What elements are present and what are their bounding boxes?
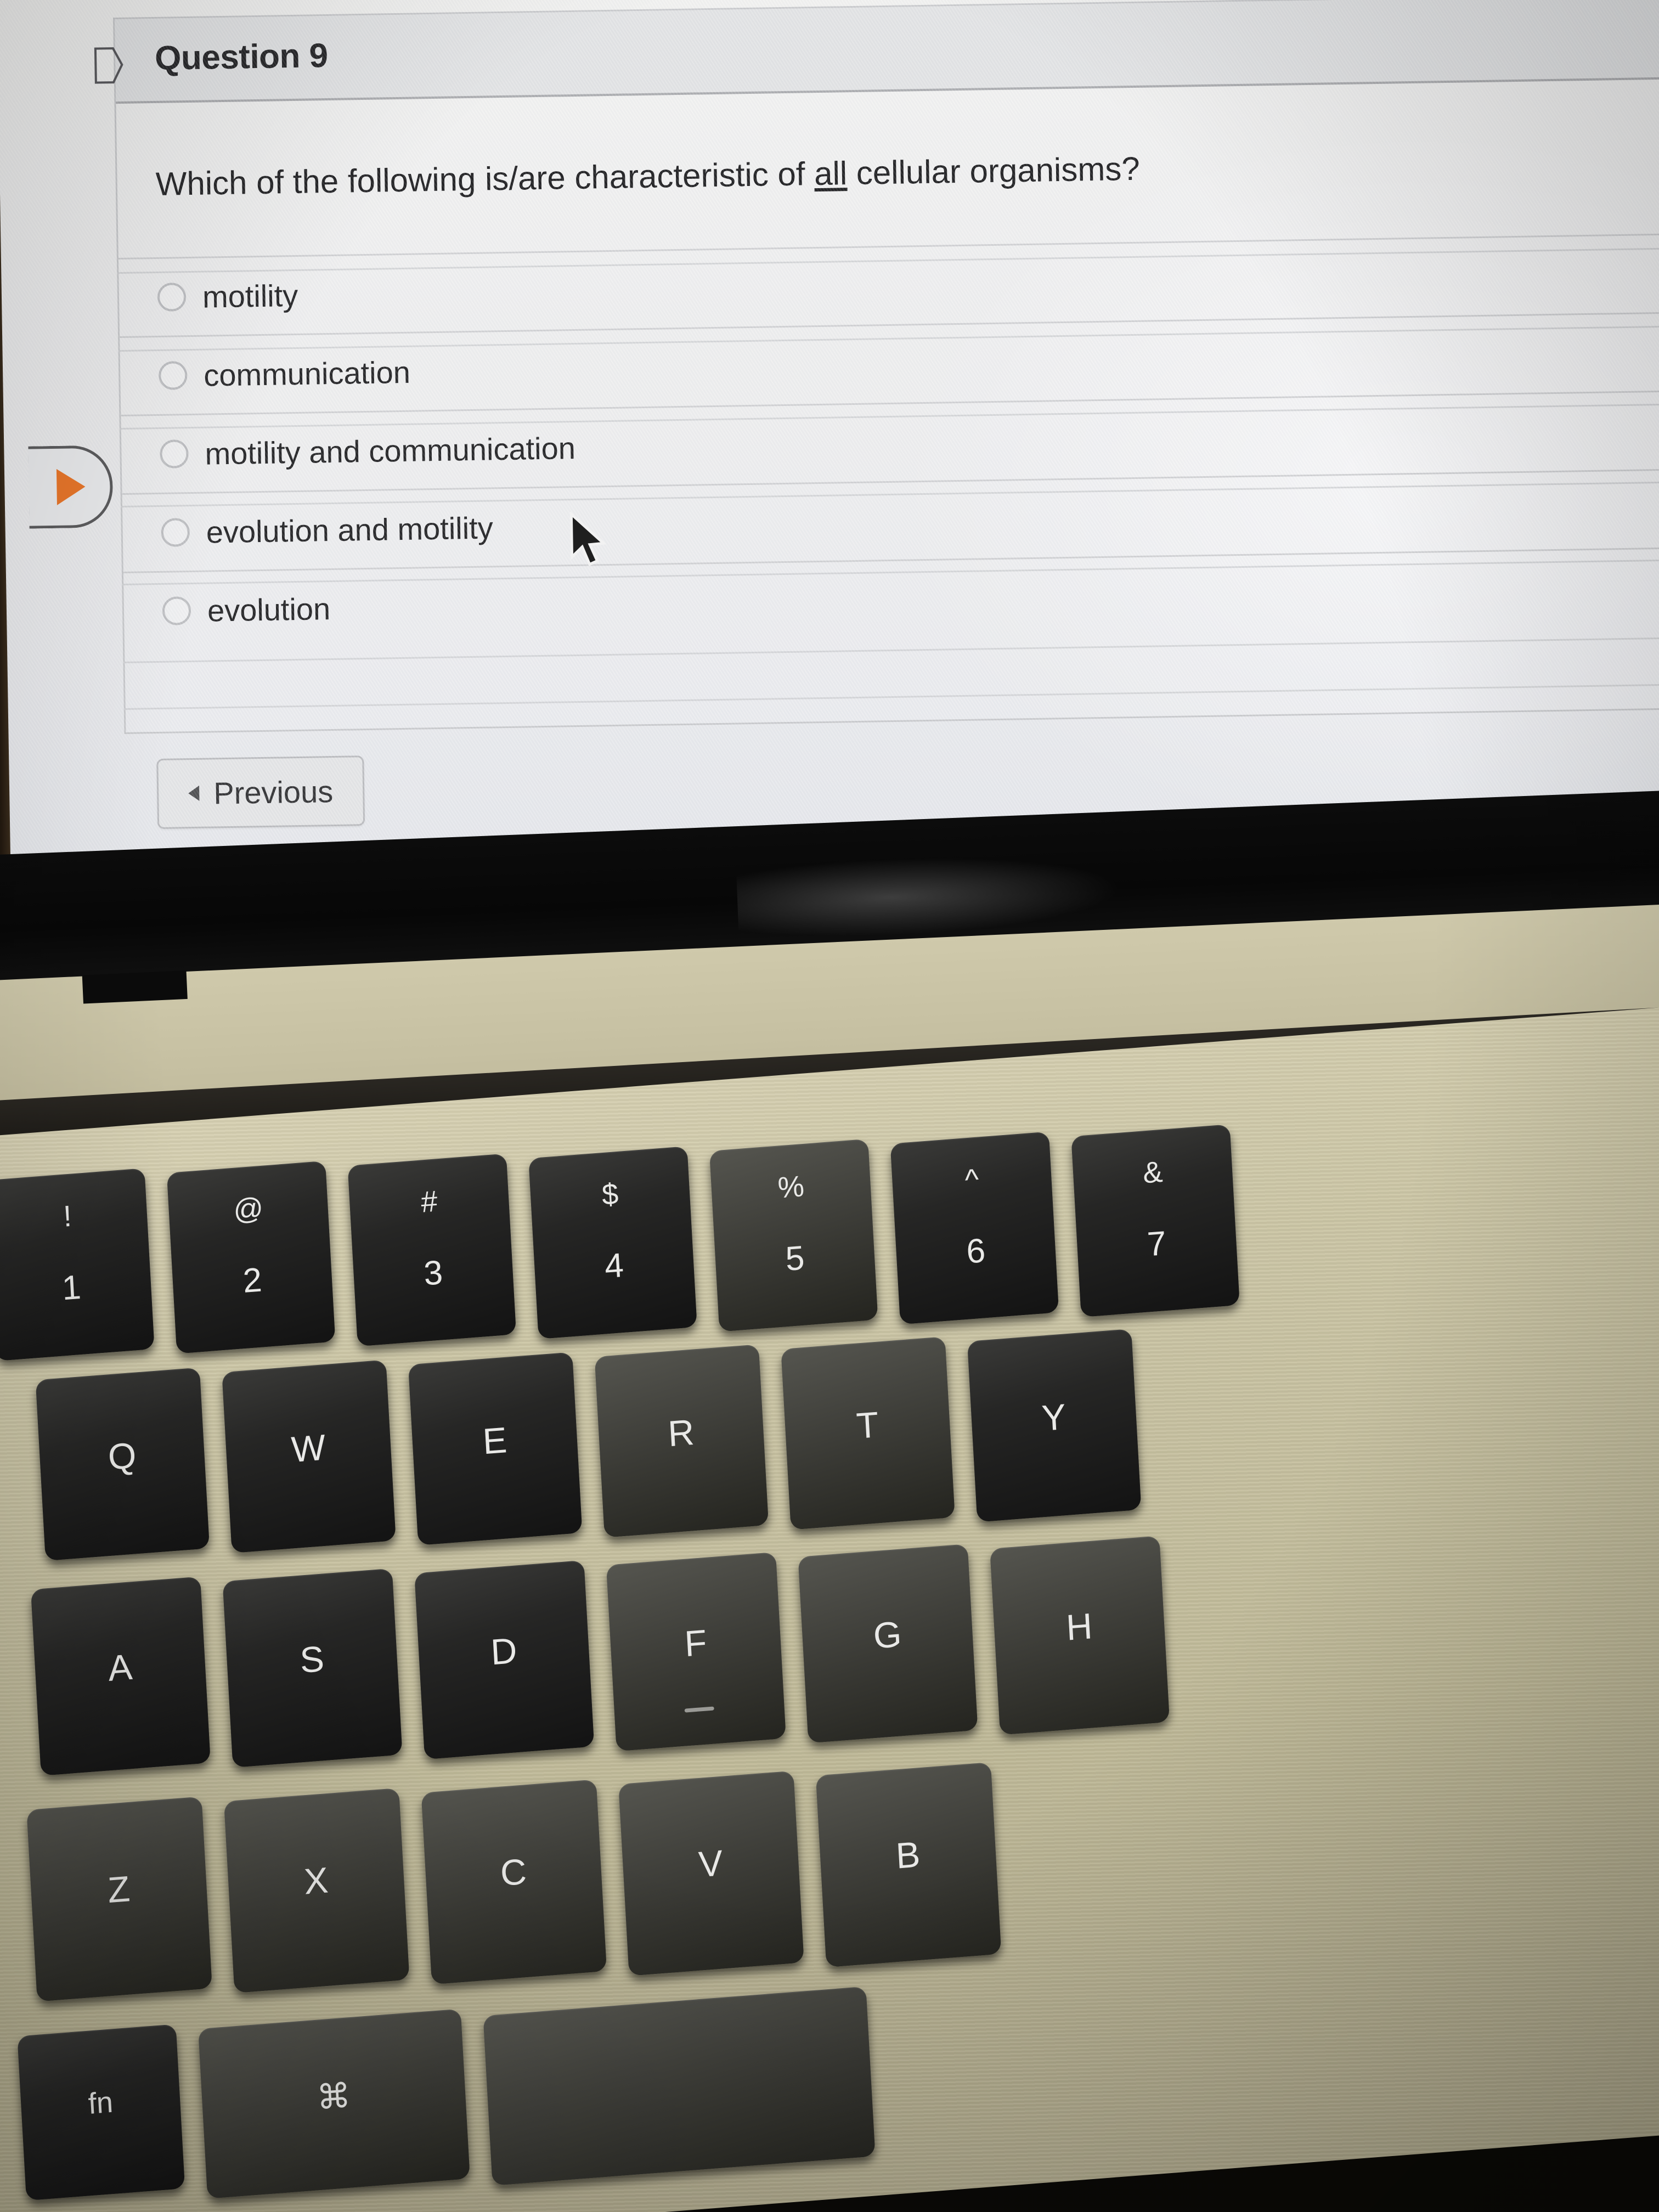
key-h[interactable]: H (990, 1536, 1170, 1735)
key-x-legend: X (303, 1859, 330, 1902)
key-c-legend: C (499, 1850, 528, 1894)
key-v-legend: V (697, 1842, 724, 1885)
triangle-left-icon (188, 785, 200, 802)
key-3-legend: 3 (422, 1253, 444, 1293)
key-d[interactable]: D (414, 1560, 595, 1760)
key-fn-legend: fn (87, 2085, 114, 2121)
key-t[interactable]: T (781, 1336, 955, 1530)
key-g[interactable]: G (798, 1544, 978, 1743)
key-g-legend: G (872, 1613, 903, 1656)
bezel-reflection (736, 850, 1123, 942)
play-triangle-icon (56, 469, 86, 505)
key-q-legend: Q (106, 1435, 138, 1477)
key-w[interactable]: W (222, 1359, 396, 1554)
key-a-legend: A (107, 1646, 134, 1689)
question-prompt: Which of the following is/are characteri… (116, 79, 1659, 258)
key-4[interactable]: $ 4 (528, 1146, 697, 1340)
question-prompt-part1: Which of the following is/are characteri… (155, 155, 815, 202)
browser-content: Question 9 Which of the following is/are… (11, 0, 1659, 872)
key-5-legend: 5 (784, 1239, 806, 1278)
question-card: Question 9 Which of the following is/are… (113, 0, 1659, 734)
option-label: motility and communication (205, 430, 576, 471)
laptop-screen: Question 9 Which of the following is/are… (0, 0, 1659, 905)
option-label: evolution and motility (206, 510, 494, 550)
option-label: motility (202, 278, 298, 314)
key-6-shift-legend: ^ (964, 1163, 980, 1197)
key-f[interactable]: F (606, 1551, 786, 1752)
key-space[interactable] (483, 1986, 876, 2186)
key-1-legend: 1 (61, 1268, 82, 1307)
key-c[interactable]: C (421, 1779, 607, 1985)
key-2[interactable]: @ 2 (166, 1160, 336, 1354)
key-7-shift-legend: & (1142, 1155, 1164, 1190)
key-5-shift-legend: % (777, 1170, 805, 1205)
key-y[interactable]: Y (967, 1329, 1142, 1522)
key-f-homing-bump (684, 1706, 714, 1713)
mouse-pointer-icon (569, 511, 607, 566)
key-3-shift-legend: # (420, 1184, 439, 1219)
key-6[interactable]: ^ 6 (890, 1131, 1059, 1325)
key-b[interactable]: B (815, 1762, 1002, 1968)
key-d-legend: D (489, 1629, 518, 1672)
key-r-legend: R (667, 1411, 696, 1454)
option-label: communication (203, 354, 411, 393)
radio-button-icon[interactable] (162, 596, 191, 625)
key-4-legend: 4 (603, 1246, 625, 1285)
laptop-keyboard: ! 1 @ 2 # 3 $ 4 % 5 ^ 6 & 7 Q W E R T Y … (0, 998, 1659, 2212)
side-expander-tab[interactable] (28, 445, 114, 529)
key-t-legend: T (855, 1404, 880, 1447)
key-f-legend: F (683, 1621, 708, 1664)
key-v[interactable]: V (618, 1770, 804, 1976)
screen-left-edge (0, 0, 12, 894)
radio-button-icon[interactable] (161, 518, 190, 547)
key-2-shift-legend: @ (232, 1192, 264, 1227)
previous-button[interactable]: Previous (156, 755, 365, 830)
bookmark-flag-icon (94, 47, 123, 84)
key-1[interactable]: ! 1 (0, 1168, 155, 1362)
key-3[interactable]: # 3 (347, 1153, 517, 1347)
laptop-photo-scene: Question 9 Which of the following is/are… (0, 0, 1659, 2212)
key-command-legend: ⌘ (315, 2076, 352, 2118)
key-5[interactable]: % 5 (709, 1138, 878, 1332)
key-s[interactable]: S (222, 1568, 403, 1768)
question-prompt-emphasis: all (814, 155, 848, 193)
key-h-legend: H (1065, 1605, 1094, 1648)
key-1-shift-legend: ! (62, 1199, 73, 1233)
key-command[interactable]: ⌘ (198, 2008, 470, 2199)
key-2-legend: 2 (241, 1261, 263, 1300)
key-6-legend: 6 (965, 1231, 986, 1271)
key-w-legend: W (290, 1426, 327, 1470)
key-e[interactable]: E (408, 1352, 583, 1545)
option-label: evolution (207, 591, 331, 628)
key-q[interactable]: Q (35, 1367, 210, 1561)
radio-button-icon[interactable] (157, 283, 187, 312)
key-e-legend: E (481, 1419, 508, 1462)
key-a[interactable]: A (30, 1576, 211, 1776)
question-prompt-part2: cellular organisms? (847, 150, 1141, 192)
key-4-shift-legend: $ (601, 1177, 619, 1212)
key-7[interactable]: & 7 (1071, 1124, 1240, 1318)
key-z-legend: Z (106, 1868, 131, 1911)
previous-button-label: Previous (213, 774, 334, 810)
radio-button-icon[interactable] (160, 439, 189, 469)
key-y-legend: Y (1040, 1396, 1067, 1439)
question-number-title: Question 9 (154, 37, 329, 77)
key-7-legend: 7 (1146, 1224, 1167, 1263)
question-card-body: Which of the following is/are characteri… (116, 79, 1659, 732)
radio-button-icon[interactable] (158, 361, 188, 390)
key-fn[interactable]: fn (17, 2024, 185, 2201)
key-s-legend: S (298, 1638, 325, 1680)
key-z[interactable]: Z (26, 1796, 212, 2002)
key-x[interactable]: X (223, 1787, 410, 1994)
key-r[interactable]: R (594, 1344, 769, 1538)
key-b-legend: B (895, 1833, 922, 1876)
deck-notch (82, 970, 188, 1004)
